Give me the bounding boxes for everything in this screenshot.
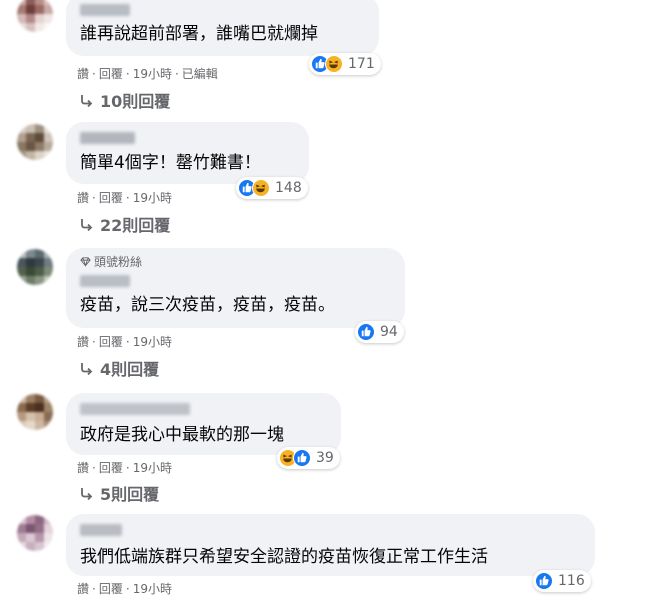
timestamp[interactable]: 19小時: [133, 67, 172, 81]
haha-reaction-icon: [252, 179, 270, 197]
replies-count-label: 5則回覆: [100, 485, 160, 504]
comment-actions: 讚 · 回覆 · 19小時: [77, 461, 172, 475]
like-action[interactable]: 讚: [77, 335, 89, 349]
comment-text: 疫苗，說三次疫苗，疫苗，疫苗。: [80, 295, 335, 315]
replies-count-label: 4則回覆: [100, 360, 160, 379]
reaction-count: 94: [380, 324, 398, 340]
replies-count-label: 10則回覆: [100, 92, 171, 111]
reply-action[interactable]: 回覆: [99, 582, 123, 596]
reaction-count: 171: [348, 56, 375, 72]
reply-arrow-icon: [81, 488, 93, 501]
comment-text: 簡單4個字！罄竹難書！: [80, 153, 261, 173]
badge-label: 頭號粉絲: [94, 255, 143, 269]
reply-arrow-icon: [81, 219, 93, 232]
timestamp[interactable]: 19小時: [133, 461, 172, 475]
diamond-icon: [80, 257, 91, 267]
reaction-summary[interactable]: 171: [309, 53, 381, 75]
author-name-redacted[interactable]: [80, 4, 130, 16]
reply-arrow-icon: [81, 363, 93, 376]
like-reaction-icon: [357, 323, 375, 341]
like-action[interactable]: 讚: [77, 582, 89, 596]
timestamp[interactable]: 19小時: [133, 191, 172, 205]
author-name-redacted[interactable]: [80, 275, 130, 287]
reaction-summary[interactable]: 148: [236, 177, 308, 199]
reaction-count: 148: [275, 180, 302, 196]
avatar[interactable]: [17, 124, 53, 160]
replies-count-label: 22則回覆: [100, 216, 171, 235]
comment-bubble: 政府是我心中最軟的那一塊: [66, 393, 341, 455]
comment-bubble: 簡單4個字！罄竹難書！: [66, 122, 309, 184]
comment-bubble: 頭號粉絲 疫苗，說三次疫苗，疫苗，疫苗。: [66, 248, 405, 328]
author-name-redacted[interactable]: [80, 132, 135, 144]
avatar[interactable]: [17, 249, 53, 285]
like-action[interactable]: 讚: [77, 191, 89, 205]
avatar[interactable]: [17, 515, 53, 551]
like-reaction-icon: [535, 572, 553, 590]
reply-action[interactable]: 回覆: [99, 191, 123, 205]
reaction-count: 116: [558, 573, 585, 589]
reaction-summary[interactable]: 116: [533, 570, 591, 592]
comment-text: 我們低端族群只希望安全認證的疫苗恢復正常工作生活: [80, 547, 488, 567]
like-action[interactable]: 讚: [77, 67, 89, 81]
reply-arrow-icon: [81, 95, 93, 108]
reaction-summary[interactable]: 94: [355, 321, 404, 343]
comment-bubble: 我們低端族群只希望安全認證的疫苗恢復正常工作生活: [66, 514, 595, 576]
reply-action[interactable]: 回覆: [99, 335, 123, 349]
comment-text: 政府是我心中最軟的那一塊: [80, 425, 284, 445]
author-name-redacted[interactable]: [80, 524, 122, 536]
timestamp[interactable]: 19小時: [133, 582, 172, 596]
timestamp[interactable]: 19小時: [133, 335, 172, 349]
view-replies-button[interactable]: 4則回覆: [80, 360, 159, 380]
avatar[interactable]: [17, 394, 53, 430]
reaction-summary[interactable]: 39: [277, 447, 340, 469]
comment-actions: 讚 · 回覆 · 19小時 · 已編輯: [77, 67, 218, 81]
avatar[interactable]: [17, 0, 53, 32]
comment-text: 誰再說超前部署，誰嘴巴就爛掉: [80, 24, 318, 44]
comment-actions: 讚 · 回覆 · 19小時: [77, 191, 172, 205]
comment-actions: 讚 · 回覆 · 19小時: [77, 335, 172, 349]
edited-label: 已編輯: [181, 67, 218, 81]
reply-action[interactable]: 回覆: [99, 461, 123, 475]
view-replies-button[interactable]: 22則回覆: [80, 216, 170, 236]
like-reaction-icon: [293, 449, 311, 467]
view-replies-button[interactable]: 5則回覆: [80, 485, 159, 505]
like-action[interactable]: 讚: [77, 461, 89, 475]
haha-reaction-icon: [325, 55, 343, 73]
comment-actions: 讚 · 回覆 · 19小時: [77, 582, 172, 596]
view-replies-button[interactable]: 10則回覆: [80, 92, 170, 112]
top-fan-badge[interactable]: 頭號粉絲: [80, 255, 142, 269]
reply-action[interactable]: 回覆: [99, 67, 123, 81]
reaction-count: 39: [316, 450, 334, 466]
comment-bubble: 誰再說超前部署，誰嘴巴就爛掉: [66, 0, 379, 56]
author-name-redacted[interactable]: [80, 403, 190, 415]
